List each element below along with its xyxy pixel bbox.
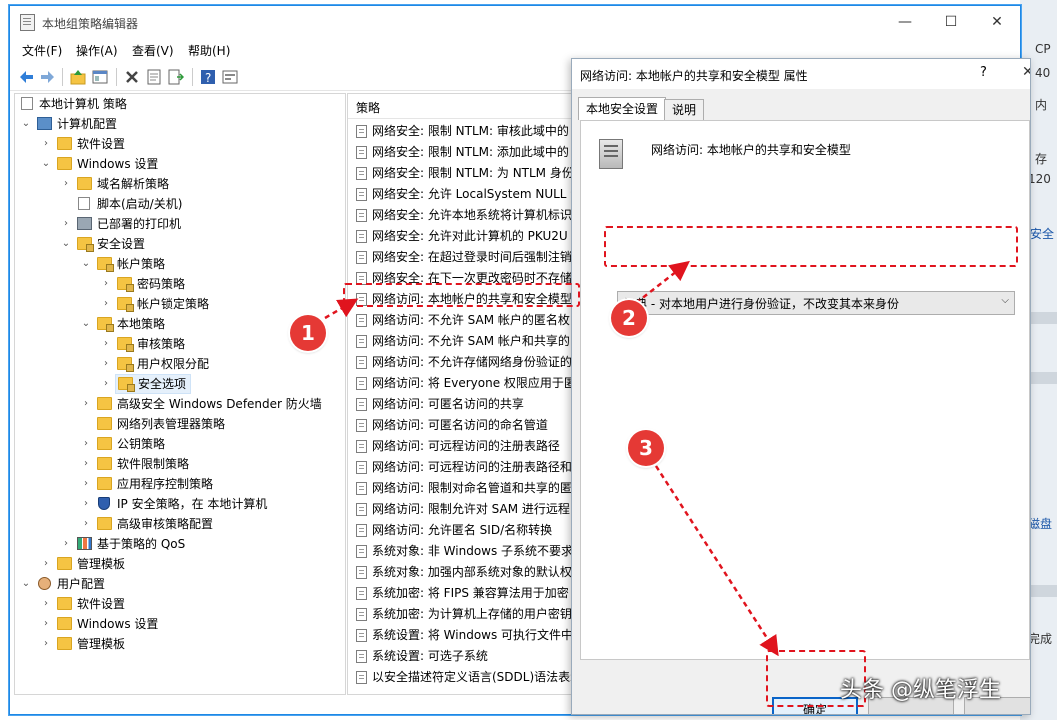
annotation-badge-2: 2 bbox=[611, 300, 647, 336]
arrow-1 bbox=[324, 298, 359, 320]
annotation-badge-1: 1 bbox=[290, 315, 326, 351]
arrow-3 bbox=[654, 465, 779, 657]
watermark: 头条 @纵笔浮生 bbox=[840, 678, 1001, 703]
annotation-badge-3: 3 bbox=[628, 430, 664, 466]
arrow-2 bbox=[635, 260, 690, 304]
annotation-arrows bbox=[324, 260, 779, 657]
